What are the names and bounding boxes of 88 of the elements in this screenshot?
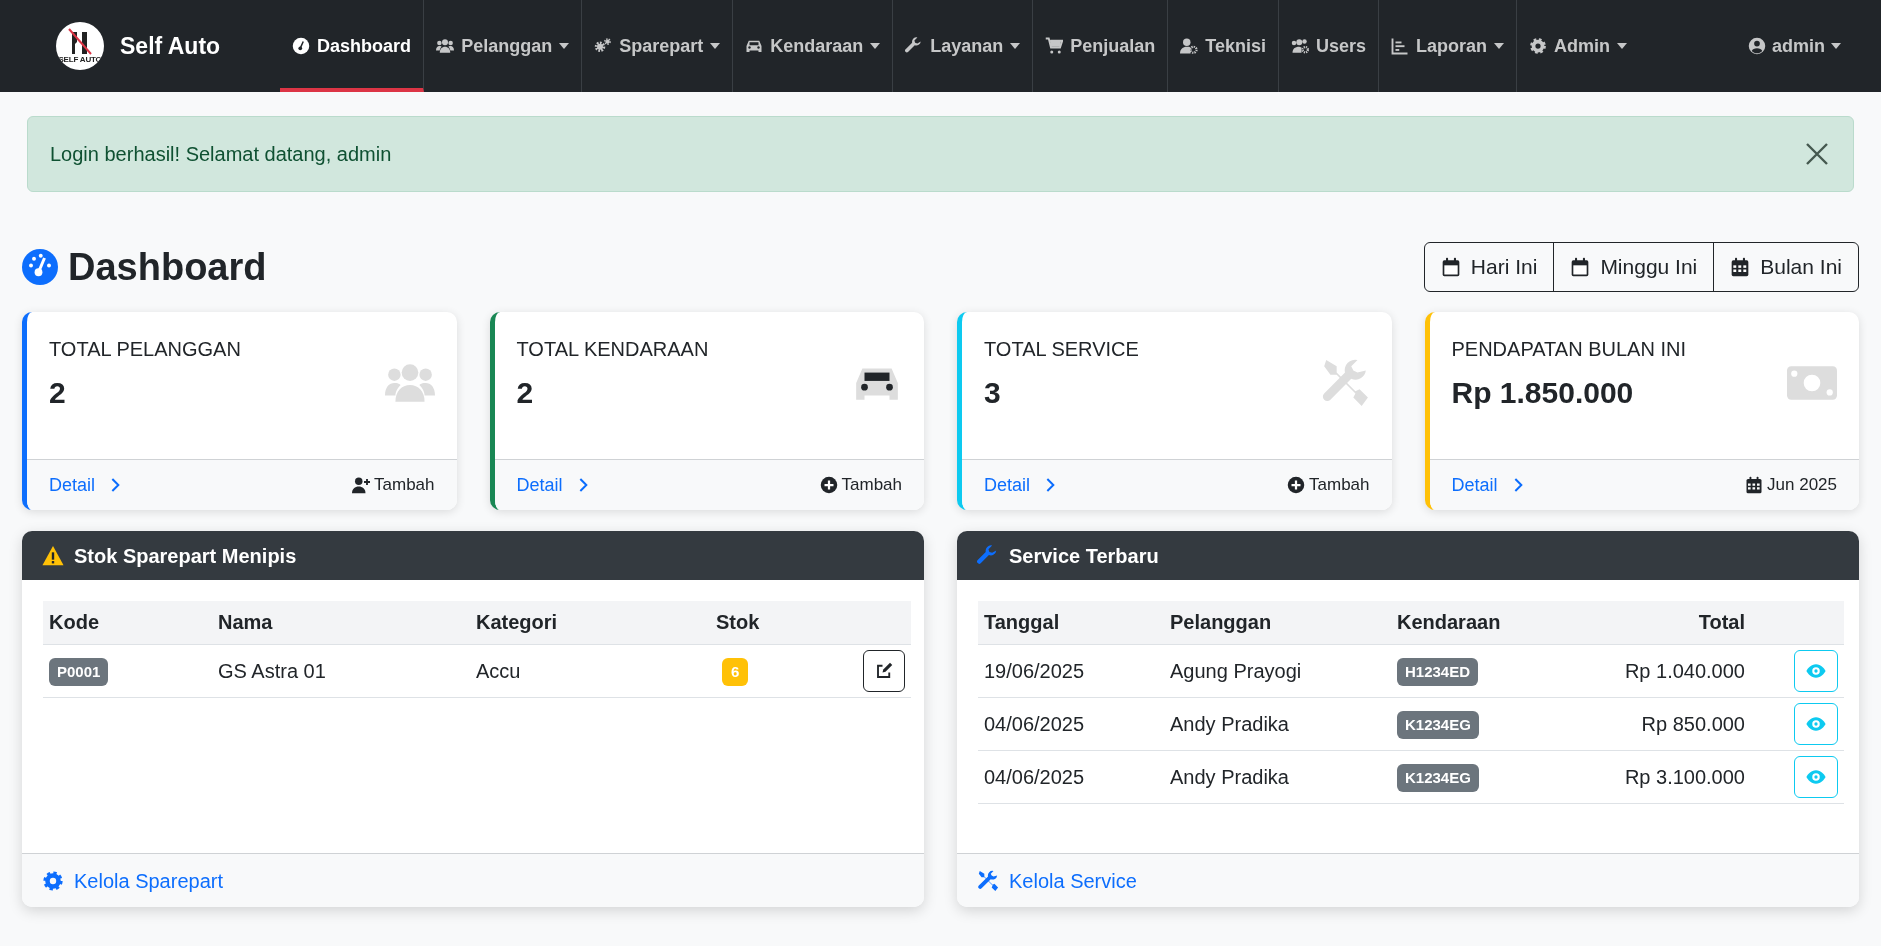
column-header: Kategori	[470, 601, 710, 644]
user-gear-icon	[1180, 37, 1199, 55]
column-header: Total	[1591, 601, 1751, 644]
period-button[interactable]: Hari Ini	[1424, 243, 1554, 291]
column-header: Pelanggan	[1164, 601, 1391, 644]
table-cell: GS Astra 01	[218, 659, 326, 682]
card-action[interactable]: Jun 2025	[1745, 472, 1837, 498]
gauge-icon	[292, 37, 311, 55]
stock-badge: 6	[722, 657, 749, 687]
table-cell: Accu	[476, 659, 521, 682]
calendar-icon	[1730, 257, 1751, 277]
plus-circle-icon	[819, 476, 838, 494]
badge: H1234ED	[1397, 657, 1479, 687]
column-header: Tanggal	[978, 601, 1164, 644]
card-action[interactable]: Tambah	[1287, 472, 1370, 498]
nav-item[interactable]: Teknisi	[1168, 0, 1279, 92]
gauge-icon	[22, 249, 58, 285]
detail-link[interactable]: Detail	[984, 471, 1059, 499]
nav-item[interactable]: Sparepart	[582, 0, 734, 92]
edit-button[interactable]	[863, 649, 905, 692]
table-cell: 04/06/2025	[984, 712, 1085, 735]
period-button[interactable]: Bulan Ini	[1713, 243, 1858, 291]
badge: K1234EG	[1397, 710, 1479, 740]
nav-item[interactable]: Pelanggan	[424, 0, 583, 92]
card-value: 2	[49, 375, 67, 411]
calendar-icon	[1570, 257, 1591, 277]
card-title: TOTAL PELANGGAN	[49, 337, 241, 362]
footer-link[interactable]: Kelola Sparepart	[42, 865, 223, 896]
table-cell: Andy Pradika	[1170, 765, 1289, 788]
card-value: 3	[984, 375, 1002, 411]
column-header: Kode	[43, 601, 212, 644]
edit-icon	[875, 661, 893, 680]
wrench-icon	[977, 544, 999, 567]
users-gear-icon	[1291, 37, 1309, 55]
nav-item[interactable]: Layanan	[893, 0, 1034, 92]
nav-item[interactable]: Penjualan	[1033, 0, 1169, 92]
view-button[interactable]	[1794, 649, 1838, 692]
users-icon	[436, 37, 455, 55]
nav-item[interactable]: Admin	[1517, 0, 1640, 92]
column-header: Kendaraan	[1391, 601, 1591, 644]
card-value: Rp 1.850.000	[1451, 375, 1635, 411]
logo-mark-icon	[68, 28, 92, 56]
brand-name[interactable]: Self Auto	[120, 28, 221, 64]
nav-item[interactable]: Dashboard	[280, 0, 425, 92]
view-button[interactable]	[1794, 755, 1838, 798]
detail-link[interactable]: Detail	[1451, 471, 1526, 499]
bar-chart-icon	[1391, 37, 1410, 55]
footer-link[interactable]: Kelola Service	[977, 865, 1137, 896]
card-title: TOTAL KENDARAAN	[516, 337, 709, 362]
plus-circle-icon	[1287, 476, 1305, 494]
calendar-icon	[1745, 476, 1764, 494]
user-menu[interactable]: admin	[1748, 0, 1841, 92]
badge: K1234EG	[1397, 763, 1479, 793]
card-value: 2	[516, 375, 535, 411]
gear-icon	[1529, 37, 1548, 55]
warning-icon	[42, 544, 64, 567]
detail-link[interactable]: Detail	[49, 471, 124, 499]
column-header: Nama	[212, 601, 470, 644]
card-title: PENDAPATAN BULAN INI	[1451, 337, 1686, 362]
card-action[interactable]: Tambah	[819, 472, 902, 498]
close-icon	[1805, 142, 1829, 166]
table-cell: Agung Prayogi	[1170, 659, 1302, 682]
nav-item[interactable]: Laporan	[1379, 0, 1518, 92]
card-title: TOTAL SERVICE	[984, 337, 1139, 362]
table-cell: Rp 1.040.000	[1624, 659, 1745, 682]
table-cell: Andy Pradika	[1170, 712, 1289, 735]
calendar-icon	[1440, 257, 1461, 277]
panel-title: Stok Sparepart Menipis	[74, 543, 297, 569]
nav-item[interactable]: Kendaraan	[733, 0, 894, 92]
page-title: Dashboard	[68, 244, 267, 290]
cart-icon	[1045, 37, 1064, 55]
detail-link[interactable]: Detail	[516, 471, 591, 499]
panel-title: Service Terbaru	[1009, 543, 1159, 569]
card-action[interactable]: Tambah	[352, 472, 435, 498]
user-plus-icon	[352, 476, 370, 494]
alert-message: Login berhasil! Selamat datang, admin	[50, 142, 392, 167]
nav-item[interactable]: Users	[1279, 0, 1380, 92]
gear-icon	[42, 869, 64, 892]
table-cell: 04/06/2025	[984, 765, 1085, 788]
tools-icon	[977, 869, 999, 892]
table-cell: Rp 850.000	[1641, 712, 1745, 735]
column-header: Stok	[710, 601, 830, 644]
table-cell: 19/06/2025	[984, 659, 1085, 682]
period-button[interactable]: Minggu Ini	[1553, 243, 1714, 291]
view-button[interactable]	[1794, 702, 1838, 745]
badge: P0001	[49, 657, 109, 687]
table-cell: Rp 3.100.000	[1624, 765, 1745, 788]
gears-icon	[594, 37, 613, 55]
